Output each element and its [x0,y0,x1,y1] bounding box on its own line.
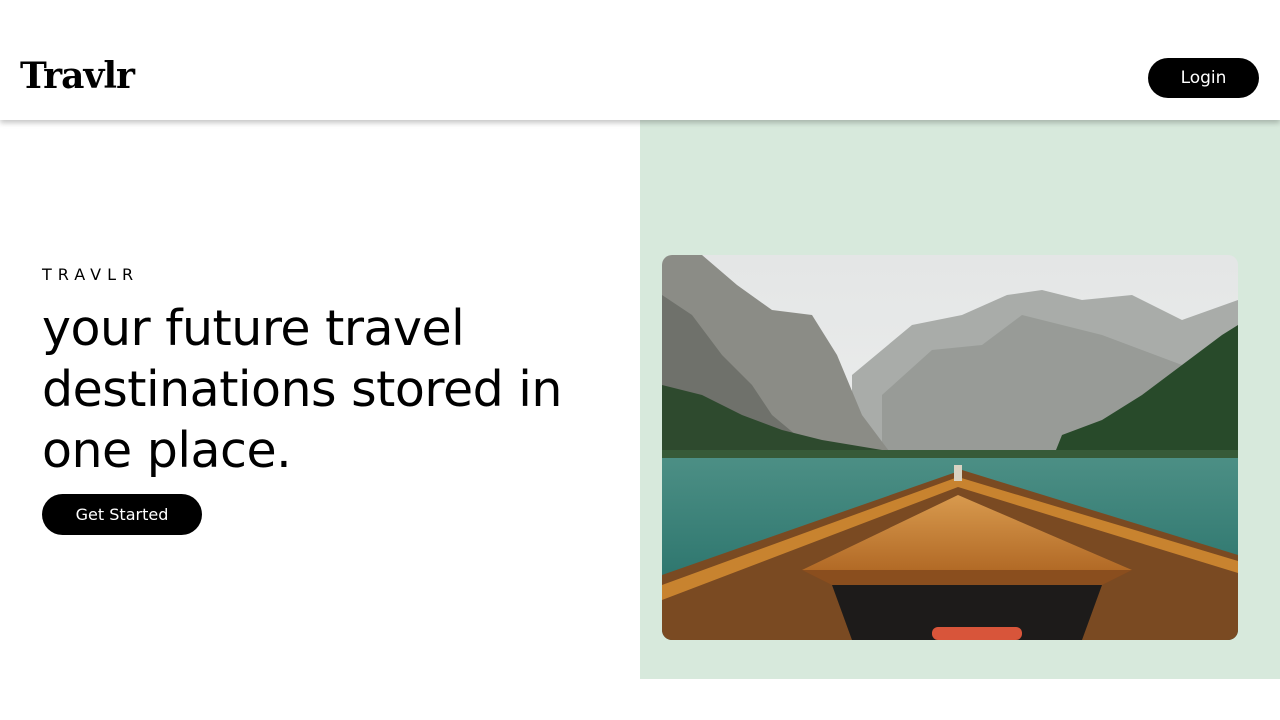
logo[interactable]: Travlr [20,52,135,100]
hero-photo [662,255,1238,640]
hero-image-panel [640,120,1280,679]
hero-headline: your future travel destinations stored i… [42,300,562,479]
login-button[interactable]: Login [1148,58,1259,98]
get-started-button[interactable]: Get Started [42,494,202,535]
hero-eyebrow: TRAVLR [42,265,140,284]
lake-boat-photo [662,255,1238,640]
hero-text-panel: TRAVLR your future travel destinations s… [0,120,640,679]
site-header: Travlr Login [0,0,1280,120]
